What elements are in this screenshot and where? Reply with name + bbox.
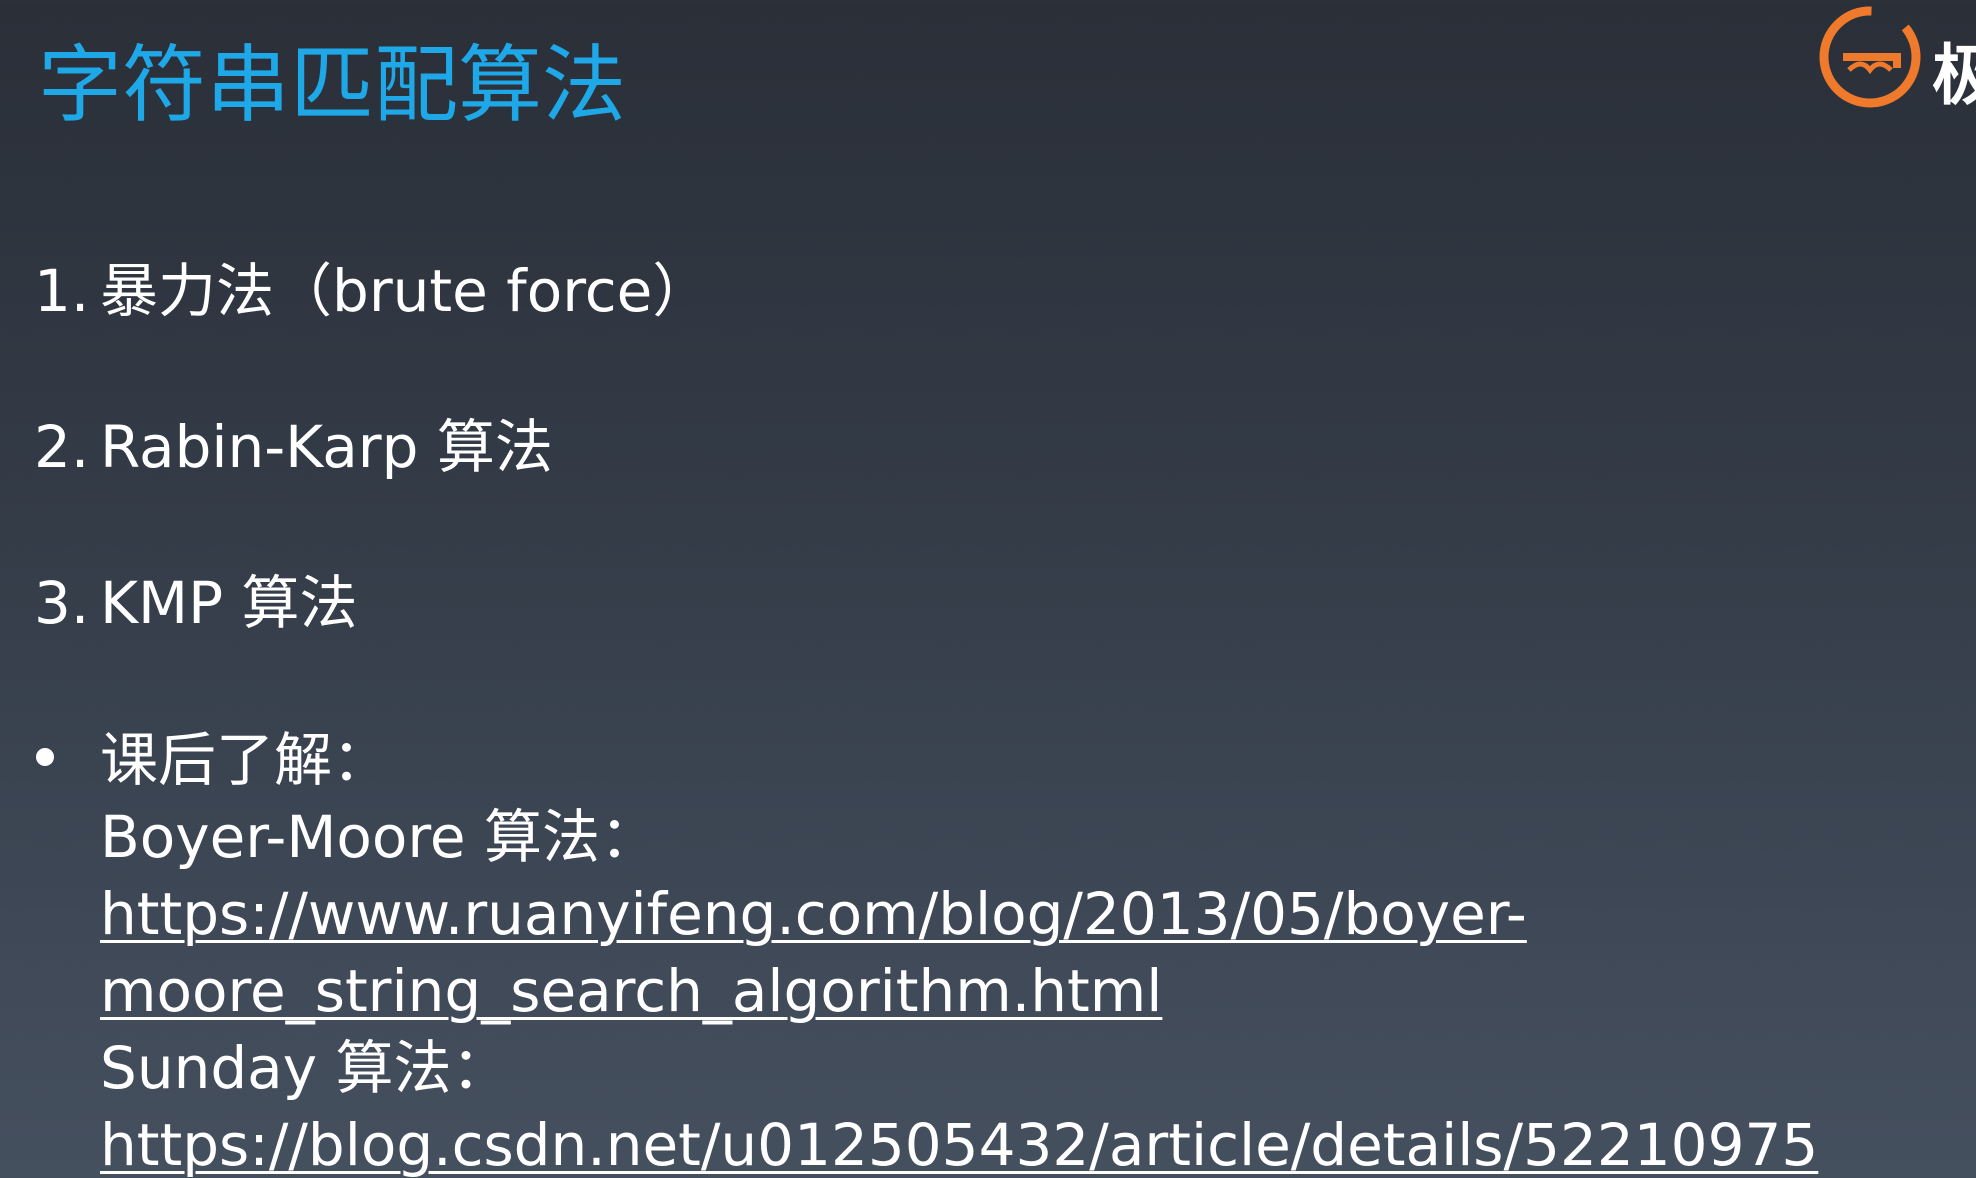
further-reading: 课后了解： Boyer-Moore 算法： https://www.ruanyi… <box>100 722 1818 1178</box>
boyer-moore-link-continued[interactable]: moore_string_search_algorithm.html <box>100 957 1162 1025</box>
list-item-1: 1. 暴力法（brute force） <box>34 262 710 320</box>
list-item-2: 2. Rabin-Karp 算法 <box>34 418 553 476</box>
bullet-icon <box>36 748 54 766</box>
sunday-label: Sunday 算法： <box>100 1034 510 1102</box>
brand-logo-text: 极 <box>1932 37 1976 114</box>
list-item-3: 3. KMP 算法 <box>34 574 358 632</box>
item-text: 暴力法（brute force） <box>100 257 711 325</box>
sunday-link[interactable]: https://blog.csdn.net/u012505432/article… <box>100 1111 1818 1178</box>
slide-title: 字符串匹配算法 <box>38 36 627 134</box>
boyer-moore-label: Boyer-Moore 算法： <box>100 803 659 871</box>
item-number: 1. <box>34 257 90 325</box>
brand-logo-icon <box>1819 6 1921 108</box>
item-number: 2. <box>34 413 90 481</box>
item-text: KMP 算法 <box>100 569 358 637</box>
boyer-moore-link[interactable]: https://www.ruanyifeng.com/blog/2013/05/… <box>100 880 1527 948</box>
further-reading-heading: 课后了解： <box>100 726 391 794</box>
item-number: 3. <box>34 569 90 637</box>
item-text: Rabin-Karp 算法 <box>100 413 553 481</box>
